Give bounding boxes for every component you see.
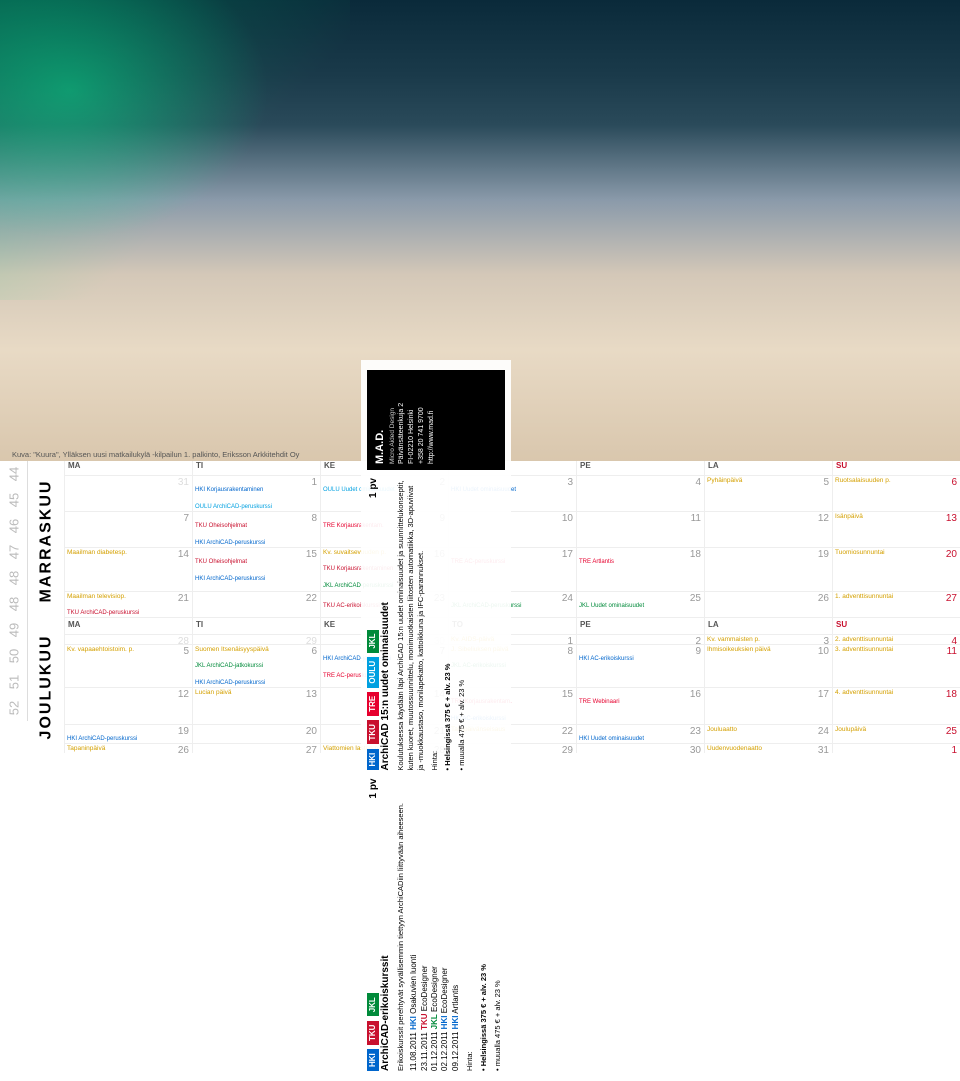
day-cell: 14Maailman diabetesp. [64, 548, 192, 590]
week-number: 48 [1, 591, 27, 618]
day-cell: 21Maailman televisiop.TKU ArchiCAD-perus… [64, 592, 192, 618]
price-2: • muualla 475 € + alv. 23 % [457, 478, 467, 771]
mad-addr1: Päivänsäteenkuja 2 [397, 376, 407, 464]
day-cell: 7 [64, 512, 192, 547]
day-header: MA [64, 620, 192, 634]
day-cell: 28 [64, 618, 192, 620]
week-number: 50 [1, 643, 27, 670]
week-number: 48 [1, 565, 27, 592]
uudet-ominaisuudet-box: HKI TKU TRE OULU JKL 1 pv ArchiCAD 15:n … [367, 478, 505, 771]
day-cell: 22 [192, 592, 320, 618]
course-row: 02.12.2011 HKI EcoDesigner [440, 779, 450, 1072]
mad-contact-box: M.A.D. Micro Aided Design Päivänsäteenku… [367, 370, 505, 470]
course-row: 01.12.2011 JKL EcoDesigner [430, 779, 440, 1072]
day-cell: 29 [192, 618, 320, 620]
price-1: • Helsingissä 375 € + alv. 23 % [479, 779, 489, 1072]
day-cell: 15TKU OheisohjelmatHKI ArchiCAD-peruskur… [192, 548, 320, 590]
day-cell: 8TKU OheisohjelmatHKI ArchiCAD-peruskurs… [192, 512, 320, 547]
duration-label: 1 pv [367, 779, 380, 799]
badge-hki: HKI [367, 749, 379, 771]
badge-tku: TKU [367, 720, 379, 744]
week-numbers-nov: 44454647484849505152 [0, 461, 28, 721]
day-cell: 12 [64, 688, 192, 723]
day-cell: 6Suomen ItsenäisyyspäiväJKL ArchiCAD-jat… [192, 645, 320, 687]
mad-url: http://www.mad.fi [427, 376, 437, 464]
day-cell: 20 [192, 725, 320, 744]
day-cell: 26Tapaninpäivä [64, 744, 192, 753]
box-title: ArchiCAD 15:n uudet ominaisuudet [379, 478, 392, 771]
badge-jkl: JKL [367, 993, 379, 1016]
week-number: 44 [1, 461, 27, 488]
day-cell: 13Lucian päivä [192, 688, 320, 723]
week-number: 47 [1, 539, 27, 566]
price-1: • Helsingissä 375 € + alv. 23 % [443, 478, 453, 771]
box-title: ArchiCAD-erikoiskurssit [379, 779, 392, 1072]
aurora-overlay [0, 0, 350, 300]
mad-tagline: Micro Aided Design [388, 376, 397, 464]
erikoiskurssit-box: HKI TKU JKL 1 pv ArchiCAD-erikoiskurssit… [367, 779, 505, 1072]
week-number: 46 [1, 513, 27, 540]
day-cell: 31 [64, 476, 192, 511]
mad-addr2: FI-02210 Helsinki [407, 376, 417, 464]
week-number: 51 [1, 669, 27, 696]
day-cell: 19HKI ArchiCAD-peruskurssi [64, 725, 192, 744]
mad-phone: +358 20 741 9700 [417, 376, 427, 464]
course-row: 09.12.2011 HKI Artlantis [451, 779, 461, 1072]
week-number: 52 [1, 695, 27, 722]
mad-logo: M.A.D. [373, 376, 388, 464]
price-heading: Hinta: [430, 478, 440, 771]
badge-oulu: OULU [367, 657, 379, 688]
week-number: 49 [1, 617, 27, 644]
image-caption: Kuva: "Kuura", Ylläksen uusi matkailukyl… [12, 450, 299, 459]
day-cell: 1HKI KorjausrakentaminenOULU ArchiCAD-pe… [192, 476, 320, 511]
course-row: 11.08.2011 HKI Osakuvien luonti [409, 779, 419, 1072]
day-header: MA [64, 461, 192, 475]
badge-tre: TRE [367, 692, 379, 716]
badge-hki: HKI [367, 1049, 379, 1071]
day-cell: 28 [64, 635, 192, 644]
week-number: 45 [1, 487, 27, 514]
month-label-dec: JOULUKUU [28, 620, 64, 753]
badge-jkl: JKL [367, 630, 379, 653]
course-list: 11.08.2011 HKI Osakuvien luonti23.11.201… [409, 779, 461, 1072]
month-label-nov: MARRASKUU [28, 461, 64, 620]
day-cell: 29 [192, 635, 320, 644]
box-desc: Koulutuksessa käydään läpi ArchiCAD 15:n… [396, 478, 425, 771]
badge-tku: TKU [367, 1021, 379, 1045]
day-cell: 5Kv. vapaaehtoistoim. p. [64, 645, 192, 687]
duration-label: 1 pv [367, 478, 380, 498]
day-header: TI [192, 461, 320, 475]
course-row: 23.11.2011 TKU EcoDesigner [420, 779, 430, 1072]
price-heading: Hinta: [465, 779, 475, 1072]
price-2: • muualla 475 € + alv. 23 % [493, 779, 503, 1072]
day-cell: 27 [192, 744, 320, 753]
day-header: TI [192, 620, 320, 634]
box-desc: Erikoiskurssit perehtyvät syvällisemmin … [396, 779, 406, 1072]
